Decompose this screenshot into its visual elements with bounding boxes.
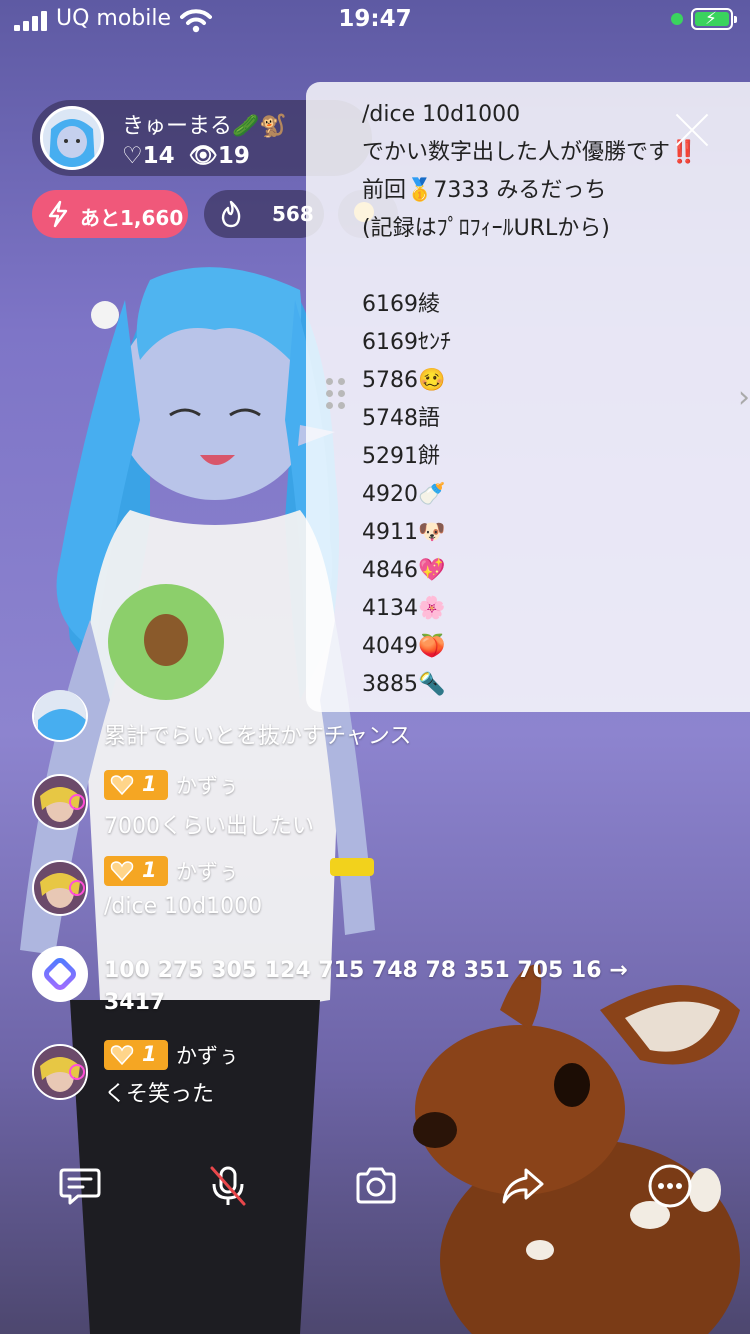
chat-meta: 1 かずぅ (104, 770, 239, 800)
memo-line: 6169ｾﾝﾁ (362, 330, 451, 355)
camera-button[interactable] (352, 1162, 400, 1210)
chat-avatar[interactable] (32, 774, 88, 830)
more-button[interactable] (646, 1162, 694, 1210)
mic-button[interactable] (204, 1162, 252, 1210)
like-count: ♡14 (122, 143, 175, 169)
heart-icon (110, 861, 134, 882)
chat-message: /dice 10d1000 (104, 894, 263, 919)
dice-result-line1: 100 275 305 124 715 748 78 351 705 16 → (104, 958, 628, 983)
host-stats: ♡14 👁19 (122, 142, 264, 169)
chat-username[interactable]: かずぅ (176, 1040, 239, 1070)
remaining-label: あと1,660 (80, 206, 184, 230)
gauge-remaining-pill[interactable]: あと1,660 (32, 190, 188, 238)
chat-meta: 1 かずぅ (104, 856, 239, 886)
chat-message: 7000くらい出したい (104, 814, 314, 839)
memo-line: 6169綾 (362, 292, 440, 317)
memo-line: 4049🍑 (362, 634, 446, 659)
chat-meta: 1 かずぅ (104, 1040, 239, 1070)
memo-line: 5786🥴 (362, 368, 446, 393)
dice-result-line2: 3417 (104, 990, 166, 1015)
fire-icon (221, 200, 241, 228)
memo-line: (記録はﾌﾟﾛﾌｨｰﾙURLから) (362, 216, 610, 241)
memo-line: 3885🔦 (362, 672, 446, 697)
memo-line (362, 248, 697, 286)
chat-avatar[interactable] (32, 1044, 88, 1100)
memo-line: /dice 10d1000 (362, 102, 521, 127)
lightning-icon (48, 200, 68, 228)
memo-lines: /dice 10d1000 でかい数字出した人が優勝です‼️ 前回🥇7333 み… (362, 96, 697, 704)
level-number: 1 (142, 1042, 157, 1066)
heart-icon (110, 775, 134, 796)
level-number: 1 (142, 858, 157, 882)
chat-username[interactable]: かずぅ (176, 856, 239, 886)
heart-icon (110, 1045, 134, 1066)
memo-line: 5291餅 (362, 444, 440, 469)
level-badge: 1 (104, 1040, 168, 1070)
memo-line: 4920🍼 (362, 482, 446, 507)
system-bot-avatar (32, 946, 88, 1002)
memo-line: 5748語 (362, 406, 440, 431)
clock: 19:47 (338, 6, 412, 32)
camera-icon (356, 1167, 396, 1204)
battery-icon: ⚡ (691, 8, 737, 30)
comment-button[interactable] (56, 1162, 104, 1210)
status-bar: UQ mobile 19:47 ⚡ (0, 0, 750, 40)
drag-handle-icon[interactable] (326, 378, 348, 418)
level-number: 1 (142, 772, 157, 796)
host-name: きゅーまる🥒🐒 (122, 114, 287, 139)
level-badge: 1 (104, 770, 168, 800)
memo-line: でかい数字出した人が優勝です‼️ (362, 140, 698, 165)
viewer-count: 👁19 (188, 143, 250, 169)
more-icon (648, 1164, 692, 1208)
memo-line: 4846💖 (362, 558, 446, 583)
chat-message: 累計でらいとを抜かすチャンス (104, 724, 412, 749)
mic-in-use-dot (671, 13, 683, 25)
memo-line: 前回🥇7333 みるだっち (362, 178, 607, 203)
host-avatar[interactable] (40, 106, 104, 170)
memo-overlay[interactable]: /dice 10d1000 でかい数字出した人が優勝です‼️ 前回🥇7333 み… (306, 82, 750, 712)
share-icon (502, 1168, 544, 1204)
chat-avatar[interactable] (32, 690, 88, 742)
chat-username[interactable]: かずぅ (176, 770, 239, 800)
comment-icon (59, 1168, 101, 1205)
chevron-right-icon[interactable]: › (738, 380, 750, 415)
close-icon[interactable] (672, 108, 712, 148)
memo-line: 4134🌸 (362, 596, 446, 621)
mic-muted-icon (210, 1166, 246, 1206)
chat-message: くそ笑った (104, 1082, 215, 1107)
memo-line: 4911🐶 (362, 520, 446, 545)
chat-avatar[interactable] (32, 860, 88, 916)
reality-logo-icon (44, 958, 76, 990)
level-badge: 1 (104, 856, 168, 886)
share-button[interactable] (498, 1162, 546, 1210)
